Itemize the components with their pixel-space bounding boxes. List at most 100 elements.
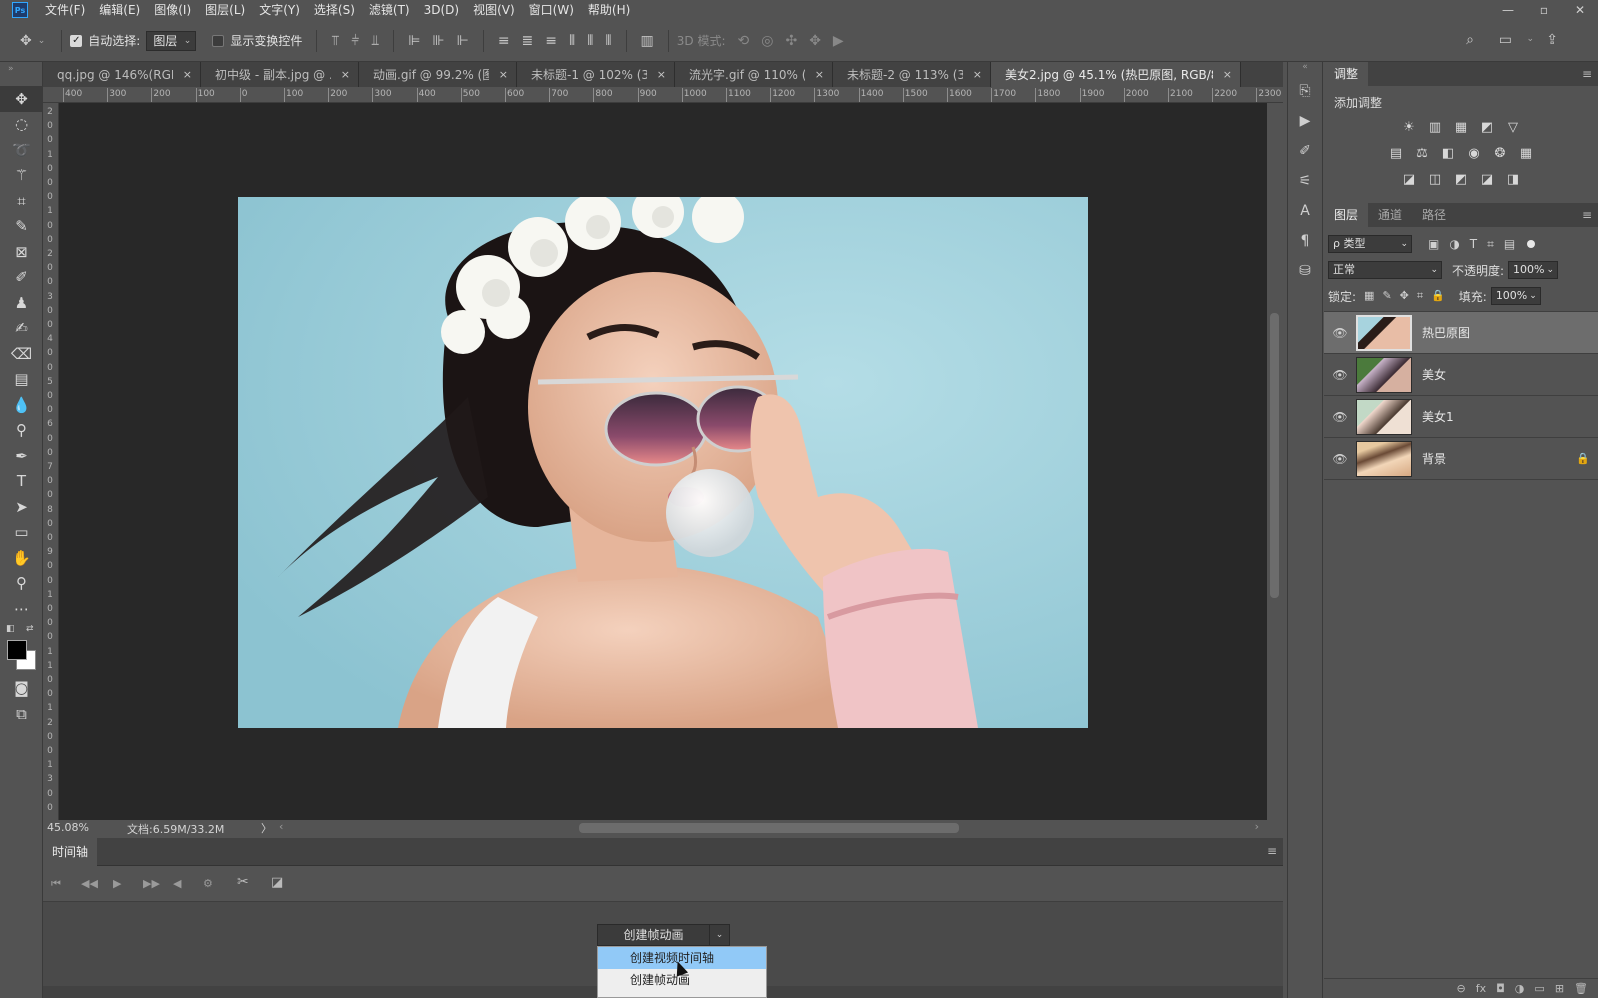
close-tab-icon[interactable]: × [657, 68, 666, 81]
more-tools-icon[interactable]: ⋯ [0, 596, 43, 622]
align-left-icon[interactable]: ⊫ [408, 33, 420, 49]
panel-menu-icon[interactable]: ≡ [1582, 67, 1592, 81]
black-white-icon[interactable]: ◧ [1438, 143, 1458, 163]
layer-filter-icons[interactable]: ▣◑T⌗▤ [1428, 237, 1525, 252]
blur-tool-icon[interactable]: 💧 [0, 392, 43, 418]
brush-tool-icon[interactable]: ✐ [0, 265, 43, 291]
exposure-icon[interactable]: ◩ [1477, 117, 1497, 137]
filter-toggle-icon[interactable] [1527, 240, 1536, 248]
doc-tab[interactable]: qq.jpg @ 146%(RGB/... × [43, 62, 201, 87]
menu-3d[interactable]: 3D(D) [417, 0, 466, 20]
doc-tab[interactable]: 未标题-2 @ 113% (3... × [833, 62, 991, 87]
menu-view[interactable]: 视图(V) [466, 0, 522, 20]
link-layers-icon[interactable]: ⊖ [1456, 982, 1465, 995]
color-balance-icon[interactable]: ⚖ [1412, 143, 1432, 163]
close-tab-icon[interactable]: × [499, 68, 508, 81]
layer-row[interactable]: 👁 背景 🔒 [1324, 438, 1598, 480]
chevron-down-icon[interactable]: ⌄ [1526, 34, 1534, 44]
scroll-left-icon[interactable]: ‹ [279, 820, 283, 833]
photo-filter-icon[interactable]: ◉ [1464, 143, 1484, 163]
clone-stamp-tool-icon[interactable]: ♟ [0, 290, 43, 316]
layer-row[interactable]: 👁 美女1 [1324, 396, 1598, 438]
visibility-eye-icon[interactable]: 👁 [1324, 368, 1356, 382]
rectangle-tool-icon[interactable]: ▭ [0, 520, 43, 546]
healing-brush-tool-icon[interactable]: ⊠ [0, 239, 43, 265]
menu-select[interactable]: 选择(S) [307, 0, 362, 20]
pen-tool-icon[interactable]: ✒ [0, 443, 43, 469]
magic-wand-tool-icon[interactable]: ⚚ [0, 163, 43, 189]
close-tab-icon[interactable]: × [1223, 68, 1232, 81]
selective-color-icon[interactable]: ◪ [1477, 169, 1497, 189]
close-tab-icon[interactable]: × [973, 68, 982, 81]
levels-icon[interactable]: ▥ [1425, 117, 1445, 137]
move-tool-icon[interactable]: ✥ [20, 33, 32, 49]
3d-roll-icon[interactable]: ◎ [761, 33, 773, 49]
layer-thumbnail[interactable] [1356, 356, 1412, 393]
opacity-input[interactable]: 100% ⌄ [1508, 261, 1559, 279]
screen-mode-icon[interactable]: ⧉ [0, 701, 43, 727]
distribute-right-icon[interactable]: ⦀ [605, 33, 611, 49]
doc-tab[interactable]: 流光字.gif @ 110% (... × [675, 62, 833, 87]
new-layer-icon[interactable]: ⊞ [1555, 982, 1564, 995]
collapse-arrows-icon[interactable]: » [0, 62, 42, 86]
properties-icon[interactable]: ⚟ [1288, 166, 1322, 196]
zoom-tool-icon[interactable]: ⚲ [0, 571, 43, 597]
align-top-icon[interactable]: ⫪ [331, 33, 339, 49]
tab-channels[interactable]: 通道 [1368, 203, 1412, 227]
tab-adjustments[interactable]: 调整 [1324, 62, 1369, 86]
panel-menu-icon[interactable]: ≡ [1582, 208, 1592, 222]
create-frame-animation-button[interactable]: 创建帧动画 ⌄ [597, 924, 730, 946]
menu-layer[interactable]: 图层(L) [198, 0, 252, 20]
previous-frame-icon[interactable]: ◀◀ [81, 877, 98, 890]
fx-icon[interactable]: fx [1476, 982, 1486, 995]
visibility-eye-icon[interactable]: 👁 [1324, 326, 1356, 340]
doc-tab[interactable]: 初中级 - 副本.jpg @ ... × [201, 62, 359, 87]
default-colors-icon[interactable]: ◧ [6, 624, 15, 634]
distribute-top-icon[interactable]: ≡ [498, 33, 510, 49]
doc-tab-active[interactable]: 美女2.jpg @ 45.1% (热巴原图, RGB/8) * × [991, 62, 1241, 87]
timeline-tab[interactable]: 时间轴 [43, 838, 97, 866]
distribute-bottom-icon[interactable]: ≡ [545, 33, 557, 49]
minimize-button[interactable]: — [1490, 0, 1526, 20]
color-lookup-icon[interactable]: ▦ [1516, 143, 1536, 163]
transition-icon[interactable]: ◪ [271, 875, 283, 890]
eraser-tool-icon[interactable]: ⌫ [0, 341, 43, 367]
audio-icon[interactable]: ◀ [173, 877, 181, 890]
close-tab-icon[interactable]: × [815, 68, 824, 81]
menu-help[interactable]: 帮助(H) [581, 0, 637, 20]
close-window-button[interactable]: ✕ [1562, 0, 1598, 20]
brightness-contrast-icon[interactable]: ☀ [1399, 117, 1419, 137]
menu-edit[interactable]: 编辑(E) [92, 0, 147, 20]
gradient-map-icon[interactable]: ◨ [1503, 169, 1523, 189]
foreground-color-swatch[interactable] [7, 639, 27, 660]
marquee-tool-icon[interactable]: ◌ [0, 112, 43, 138]
doc-tab[interactable]: 未标题-1 @ 102% (3... × [517, 62, 675, 87]
invert-icon[interactable]: ◪ [1399, 169, 1419, 189]
crop-tool-icon[interactable]: ⌗ [0, 188, 43, 214]
tab-layers[interactable]: 图层 [1324, 203, 1369, 227]
split-scissors-icon[interactable]: ✂ [237, 874, 249, 890]
auto-select-target-dropdown[interactable]: 图层 ⌄ [146, 30, 197, 51]
align-hcenter-icon[interactable]: ⊪ [432, 33, 444, 49]
swap-colors-icon[interactable]: ⇄ [26, 624, 34, 634]
layer-name[interactable]: 美女1 [1422, 408, 1598, 425]
doc-tab[interactable]: 动画.gif @ 99.2% (图... × [359, 62, 517, 87]
menu-filter[interactable]: 滤镜(T) [362, 0, 417, 20]
horizontal-scrollbar-thumb[interactable] [579, 823, 959, 833]
menu-image[interactable]: 图像(I) [147, 0, 198, 20]
dodge-tool-icon[interactable]: ⚲ [0, 418, 43, 444]
lock-options-icons[interactable]: ▦✎✥⌗🔒 [1364, 289, 1453, 303]
layer-filter-dropdown[interactable]: ρ 类型 ⌄ [1328, 235, 1412, 253]
move-tool-icon[interactable]: ✥ [0, 86, 43, 112]
auto-select-checkbox[interactable]: ✓ [70, 34, 83, 47]
layer-name[interactable]: 美女 [1422, 366, 1598, 383]
chevron-down-icon[interactable]: ⌄ [709, 925, 729, 945]
play-icon[interactable]: ▶ [113, 877, 121, 890]
scroll-right-icon[interactable]: › [1255, 820, 1259, 833]
close-tab-icon[interactable]: × [183, 68, 192, 81]
delete-trash-icon[interactable]: 🗑 [1574, 982, 1588, 995]
layer-thumbnail[interactable] [1356, 398, 1412, 435]
tab-paths[interactable]: 路径 [1412, 203, 1456, 227]
distribute-left-icon[interactable]: ⦀ [569, 33, 575, 49]
history-icon[interactable]: ⎘ [1288, 76, 1322, 106]
